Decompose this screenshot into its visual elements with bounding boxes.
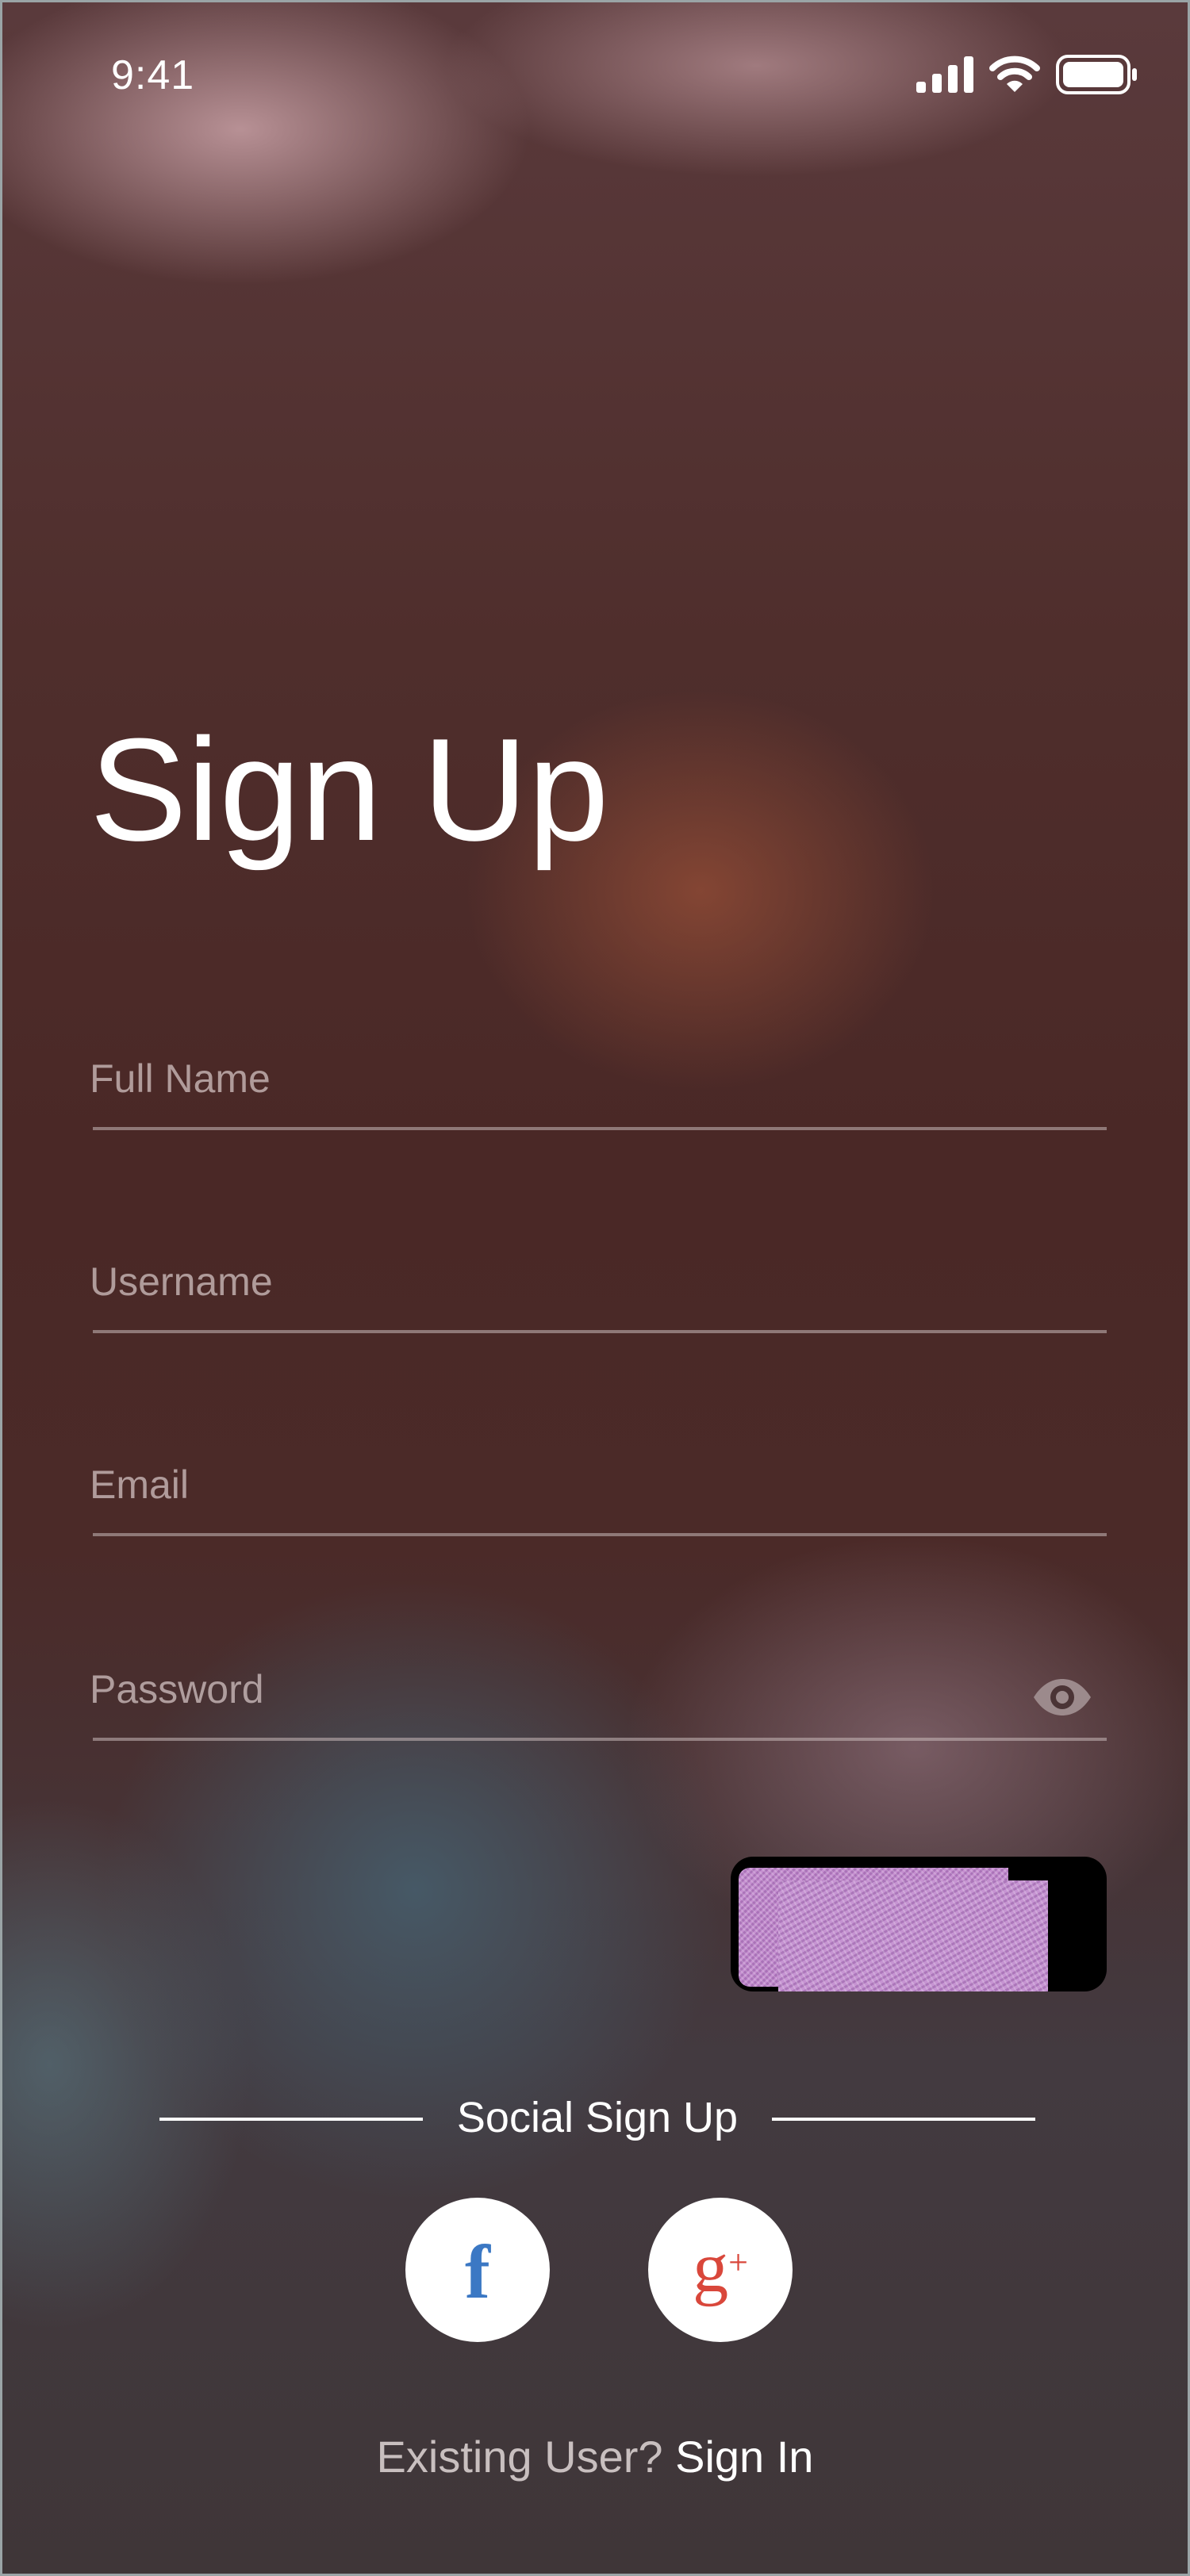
google-plus-glyph: g [693, 2229, 729, 2307]
existing-user-prompt: Existing User? [376, 2432, 676, 2482]
password-underline [93, 1738, 1107, 1741]
password-input[interactable] [90, 1646, 1002, 1733]
social-sign-up-label: Social Sign Up [456, 2094, 739, 2141]
redacted-pixels [778, 1880, 1048, 1991]
email-input[interactable] [90, 1441, 1002, 1528]
wifi-icon [989, 56, 1040, 92]
status-time: 9:41 [111, 52, 195, 98]
username-input[interactable] [90, 1238, 1002, 1325]
sign-in-link[interactable]: Sign In [675, 2432, 813, 2482]
email-underline [93, 1533, 1107, 1536]
signal-icon [916, 56, 973, 93]
full-name-underline [93, 1127, 1107, 1130]
eye-icon[interactable] [1032, 1677, 1092, 1717]
username-underline [93, 1330, 1107, 1333]
facebook-icon: f [465, 2229, 490, 2314]
google-plus-sign-up-button[interactable]: g+ [648, 2198, 793, 2342]
status-bar: 9:41 [2, 2, 1188, 145]
google-plus-sup: + [728, 2243, 748, 2282]
page-title: Sign Up [90, 707, 609, 871]
battery-icon [1056, 55, 1137, 94]
social-divider: Social Sign Up [2, 2088, 1188, 2152]
email-field [90, 1441, 1107, 1536]
full-name-field [90, 1035, 1107, 1130]
sign-up-screen: 9:41 Sign Up Full Name Username Email So… [0, 0, 1190, 2576]
username-field [90, 1238, 1107, 1333]
divider-line-right [772, 2118, 1035, 2121]
full-name-input[interactable] [90, 1035, 1002, 1122]
password-field [90, 1646, 1107, 1741]
divider-line-left [159, 2118, 423, 2121]
facebook-sign-up-button[interactable]: f [405, 2198, 550, 2342]
existing-user-row: Existing User? Sign In [2, 2431, 1188, 2482]
google-plus-icon: g+ [693, 2233, 748, 2304]
status-icons [916, 55, 1138, 94]
sign-up-button[interactable] [731, 1857, 1107, 1991]
